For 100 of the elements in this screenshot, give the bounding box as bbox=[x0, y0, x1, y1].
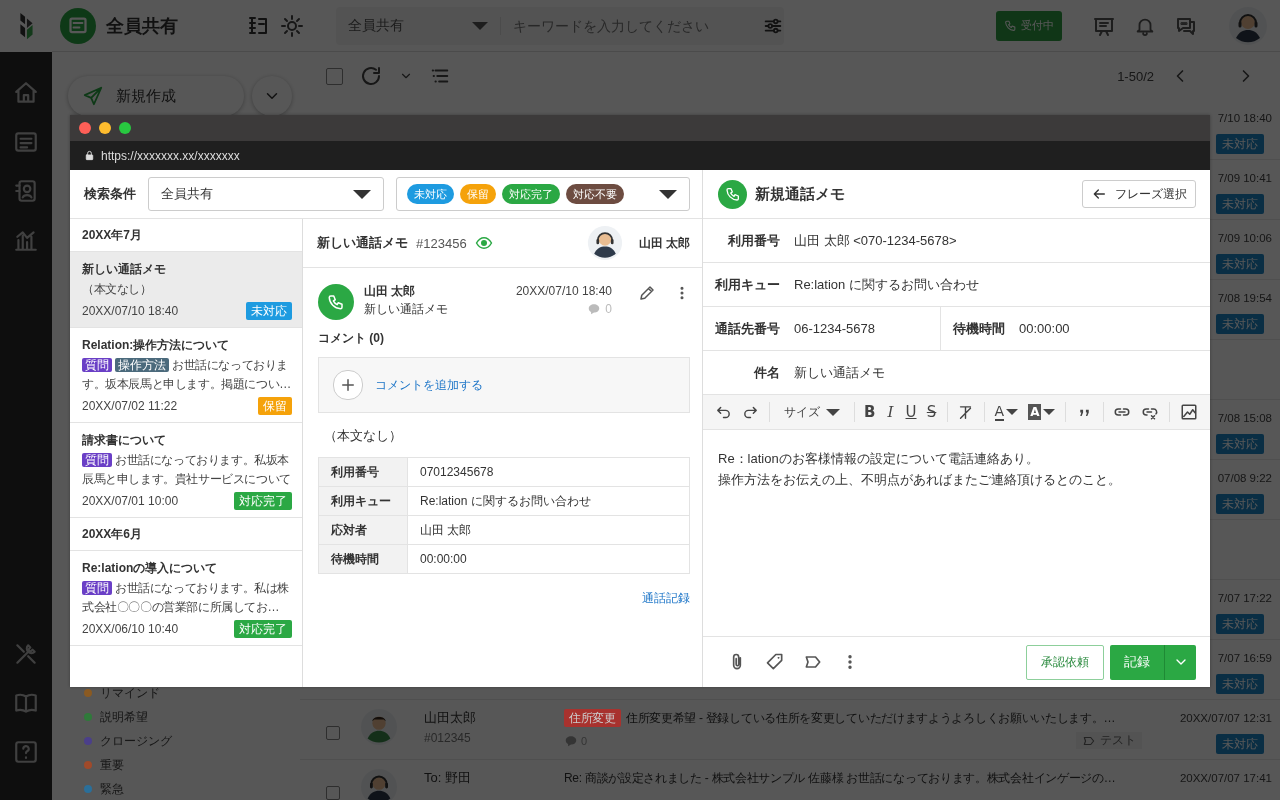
help-icon[interactable] bbox=[13, 739, 39, 765]
dropdown-button[interactable] bbox=[252, 76, 292, 116]
thread-date: 20XX/07/02 11:22 bbox=[82, 399, 178, 413]
thread-item[interactable]: 新しい通話メモ （本文なし） 20XX/07/10 18:40 未対応 bbox=[70, 252, 302, 328]
table-cell: 応対者 bbox=[318, 515, 408, 545]
underline-button[interactable]: U bbox=[905, 403, 917, 421]
comment-count: 0 bbox=[587, 300, 612, 318]
caret-icon bbox=[1006, 409, 1019, 415]
received-time: 7/08 15:08 bbox=[1217, 411, 1272, 426]
status-chip: 対応完了 bbox=[502, 184, 560, 204]
comment-icon bbox=[564, 733, 578, 748]
font-size-menu[interactable]: サイズ bbox=[779, 403, 844, 421]
caret-icon bbox=[1043, 409, 1056, 415]
tag-icon[interactable] bbox=[765, 652, 785, 672]
field-label: 待機時間 bbox=[953, 319, 1005, 338]
comments-heading: コメント (0) bbox=[318, 330, 385, 347]
maximize-button[interactable] bbox=[119, 122, 131, 134]
status-badge: 未対応 bbox=[1216, 434, 1264, 454]
status-badge: 未対応 bbox=[1216, 194, 1264, 214]
add-comment-button[interactable] bbox=[333, 370, 363, 400]
table-cell: Re:lation に関するお問い合わせ bbox=[407, 486, 690, 516]
status-badge: 未対応 bbox=[1216, 614, 1264, 634]
status-badge: 未対応 bbox=[246, 302, 292, 320]
contacts-icon[interactable] bbox=[13, 178, 39, 204]
caret-icon bbox=[353, 189, 371, 199]
sender-name: 山田 太郎 bbox=[364, 283, 417, 300]
status-chip: 保留 bbox=[460, 184, 496, 204]
message-subject: 新しい通話メモ bbox=[364, 301, 449, 318]
thread-item[interactable]: 請求書について 質問 お世話になっております。私坂本辰馬と申します。貴社サービスについて 20XX/07/01 10:00 対応完了 bbox=[70, 423, 302, 518]
thread-title: 新しい通話メモ bbox=[82, 261, 167, 278]
field-value[interactable]: 山田 太郎 <070-1234-5678> bbox=[794, 231, 957, 250]
user-avatar bbox=[360, 708, 398, 746]
close-button[interactable] bbox=[79, 122, 91, 134]
field-value[interactable]: Re:lation に関するお問い合わせ bbox=[794, 275, 979, 294]
approval-request-button[interactable]: 承認依頼 bbox=[1026, 644, 1104, 680]
received-time: 07/08 9:22 bbox=[1217, 471, 1272, 486]
bold-button[interactable]: B bbox=[864, 403, 876, 421]
thread-preview: 質問 お世話になっております。私坂本辰馬と申します。貴社サービスについて bbox=[82, 452, 292, 488]
paper-plane-icon bbox=[82, 85, 104, 107]
table-cell: 山田 太郎 bbox=[407, 515, 690, 545]
status-badge: 保留 bbox=[258, 397, 292, 415]
thread-title: Re:lationの導入について bbox=[82, 560, 219, 577]
settings-icon[interactable] bbox=[280, 13, 304, 38]
field-label: 通話先番号 bbox=[714, 319, 780, 338]
caret-icon bbox=[825, 408, 840, 416]
refresh-icon[interactable] bbox=[359, 64, 383, 88]
thread-item[interactable]: Re:lationの導入について 質問 お世話になっております。私は株式会社〇〇〇の営業部に所属してお… 20XX/06/10 10:40 対応完了 bbox=[70, 551, 302, 646]
thread-item[interactable]: Relation:操作方法について 質問 操作方法 お世話になっております。坂本辰馬と申します。掲題につい… 20XX/07/02 11:22 保留 bbox=[70, 328, 302, 423]
sender-name: 山田太郎 bbox=[424, 709, 477, 727]
inbox-icon[interactable] bbox=[13, 129, 39, 155]
sender-name: To: 野田 bbox=[424, 769, 472, 787]
tools-icon[interactable] bbox=[13, 641, 39, 667]
received-time: 7/09 10:41 bbox=[1217, 171, 1272, 186]
field-value[interactable]: 新しい通話メモ bbox=[794, 363, 885, 382]
field-label: 利用キュー bbox=[714, 275, 780, 294]
status-badge: 未対応 bbox=[1216, 734, 1264, 754]
lock-icon bbox=[84, 150, 95, 161]
call-log-link[interactable]: 通話記録 bbox=[642, 590, 690, 607]
user-avatar bbox=[360, 768, 398, 800]
row-checkbox[interactable] bbox=[326, 726, 340, 740]
strikethrough-button[interactable]: S bbox=[926, 403, 937, 421]
phone-icon bbox=[1004, 19, 1017, 32]
record-options-button[interactable] bbox=[1164, 644, 1196, 680]
category-tag: 住所変更 bbox=[564, 709, 621, 727]
field-label: 件名 bbox=[752, 363, 780, 382]
month-heading: 20XX年6月 bbox=[82, 525, 143, 543]
received-time: 7/07 16:59 bbox=[1217, 651, 1272, 666]
table-cell: 07012345678 bbox=[407, 457, 690, 487]
editor-text[interactable]: 操作方法をお伝えの上、不明点があればまたご連絡頂けるとのこと。 bbox=[718, 469, 1195, 490]
pagination-text: 1-50/2 bbox=[1117, 68, 1154, 84]
assignee-name: 山田 太郎 bbox=[638, 234, 690, 252]
edit-icon[interactable] bbox=[638, 284, 656, 302]
phrase-select-button[interactable]: フレーズ選択 bbox=[1082, 180, 1196, 208]
editor-text[interactable]: Re：lationのお客様情報の設定について電話連絡あり。 bbox=[718, 448, 1195, 469]
visibility-eye-icon[interactable] bbox=[474, 234, 493, 252]
received-time: 7/10 18:40 bbox=[1217, 111, 1272, 126]
received-time: 7/08 19:54 bbox=[1217, 291, 1272, 306]
field-value[interactable]: 06-1234-5678 bbox=[794, 321, 875, 336]
caret-icon bbox=[659, 189, 677, 199]
field-label: 利用番号 bbox=[727, 231, 780, 250]
user-avatar bbox=[1228, 5, 1268, 46]
text-color-button[interactable]: A bbox=[994, 403, 1019, 421]
scope-select[interactable]: 全員共有 bbox=[148, 177, 384, 211]
table-cell: 00:00:00 bbox=[407, 544, 690, 574]
status-badge: 未対応 bbox=[1216, 494, 1264, 514]
select-all-checkbox[interactable] bbox=[326, 67, 343, 85]
received-time: 7/07 17:22 bbox=[1217, 591, 1272, 606]
row-checkbox[interactable] bbox=[326, 786, 340, 800]
minimize-button[interactable] bbox=[99, 122, 111, 134]
home-icon[interactable] bbox=[13, 80, 39, 106]
image-icon[interactable] bbox=[1180, 403, 1198, 421]
received-time: 20XX/07/07 12:31 bbox=[1179, 711, 1272, 726]
add-comment-link[interactable]: コメントを追加する bbox=[375, 376, 483, 394]
status-select[interactable]: 未対応 保留 対応完了 対応不要 bbox=[396, 177, 690, 211]
field-value[interactable]: 00:00:00 bbox=[1019, 321, 1070, 336]
user-avatar bbox=[586, 225, 623, 261]
italic-button[interactable]: I bbox=[885, 403, 896, 421]
message-body: （本文なし） bbox=[324, 427, 403, 445]
status-badge: 未対応 bbox=[1216, 134, 1264, 154]
status-badge: 対応完了 bbox=[234, 492, 292, 510]
